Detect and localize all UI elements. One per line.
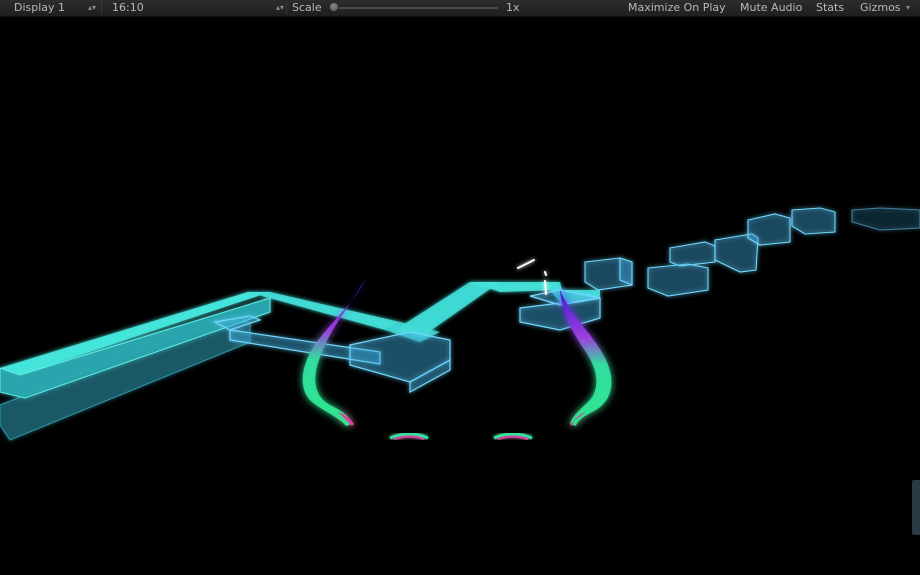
display-dropdown[interactable]: Display 1 <box>14 0 65 16</box>
track-blocks-far <box>584 207 920 297</box>
display-dropdown-arrow-icon[interactable]: ▴▾ <box>88 0 96 16</box>
scene-canvas <box>0 207 920 441</box>
game-view-toolbar: Display 1 ▴▾ 16:10 ▴▾ Scale 1x Maximize … <box>0 0 920 17</box>
maximize-on-play-toggle[interactable]: Maximize On Play <box>628 0 726 16</box>
track-path <box>0 282 600 441</box>
mute-audio-toggle[interactable]: Mute Audio <box>740 0 802 16</box>
display-label: Display 1 <box>14 1 66 14</box>
scale-slider-thumb[interactable] <box>329 2 339 12</box>
game-view-viewport[interactable] <box>0 17 920 575</box>
gizmos-dropdown[interactable]: Gizmos <box>860 0 901 16</box>
edge-scroll-handle[interactable] <box>912 480 920 535</box>
stats-toggle[interactable]: Stats <box>816 0 844 16</box>
game-window: Display 1 ▴▾ 16:10 ▴▾ Scale 1x Maximize … <box>0 0 920 575</box>
toolbar-separator <box>101 2 102 14</box>
bottom-arcs <box>389 432 533 440</box>
aspect-dropdown[interactable]: 16:10 <box>112 0 144 16</box>
track-blocks-near <box>213 289 601 394</box>
aspect-label: 16:10 <box>112 1 144 14</box>
aspect-dropdown-arrow-icon[interactable]: ▴▾ <box>276 0 284 16</box>
scale-label: Scale <box>292 1 322 14</box>
scale-slider-track[interactable] <box>333 7 498 9</box>
scale-value: 1x <box>506 1 520 14</box>
gizmos-dropdown-arrow-icon[interactable]: ▾ <box>906 0 910 16</box>
toolbar-separator <box>286 2 287 14</box>
